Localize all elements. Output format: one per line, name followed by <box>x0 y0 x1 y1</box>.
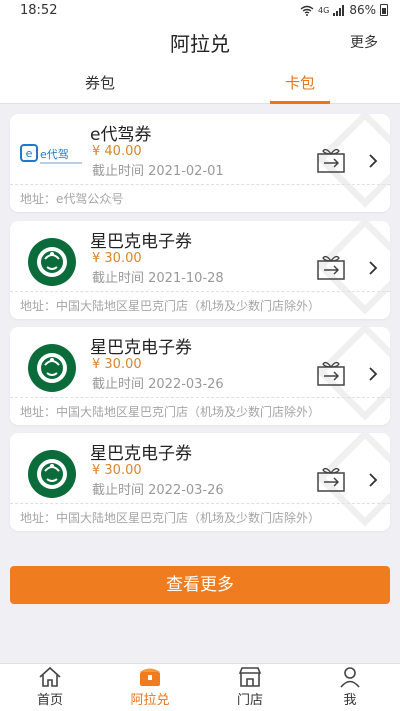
coupon-name: 星巴克电子券 <box>90 338 192 358</box>
coupon-address: 地址：中国大陆地区星巴克门店（机场及少数门店除外） <box>20 405 321 419</box>
battery-percent: 86% <box>349 3 376 17</box>
nav-label-home: 首页 <box>36 693 63 708</box>
more-button[interactable]: 更多 <box>350 32 378 52</box>
coupon-expire: 截止时间 2022-03-26 <box>92 377 224 392</box>
chevron-right-icon[interactable] <box>366 259 380 277</box>
nav-label-me: 我 <box>343 693 357 708</box>
network-type: 4G <box>318 5 330 15</box>
transfer-gift-icon[interactable] <box>316 146 346 174</box>
status-bar: 18:52 4G 86% <box>0 0 400 22</box>
nav-label-store: 门店 <box>236 693 263 708</box>
chevron-right-icon[interactable] <box>366 365 380 383</box>
active-tab-indicator <box>270 101 330 104</box>
user-icon <box>340 667 360 688</box>
coupon-card[interactable]: 星巴克电子券 ¥ 30.00 截止时间 2021-10-28 地址：中国大陆地区… <box>10 221 390 319</box>
transfer-gift-icon[interactable] <box>316 359 346 387</box>
card-divider <box>10 503 390 504</box>
home-icon <box>39 666 61 687</box>
transfer-gift-icon[interactable] <box>316 253 346 281</box>
coupon-name: 星巴克电子券 <box>90 232 192 252</box>
view-more-button[interactable]: 查看更多 <box>10 566 390 604</box>
transfer-gift-icon[interactable] <box>316 465 346 493</box>
svg-text:e: e <box>26 147 33 160</box>
starbucks-logo <box>20 237 84 287</box>
coupon-price: ¥ 30.00 <box>92 357 142 372</box>
nav-item-store[interactable]: 门店 <box>210 666 290 708</box>
bottom-nav: 首页 阿拉兑 门店 我 <box>0 663 400 711</box>
coupon-expire: 截止时间 2021-10-28 <box>92 271 224 286</box>
treasure-icon <box>140 668 160 686</box>
store-icon <box>238 667 262 687</box>
coupon-name: 星巴克电子券 <box>90 444 192 464</box>
chevron-right-icon[interactable] <box>366 152 380 170</box>
tab-card-pack[interactable]: 卡包 <box>250 72 350 93</box>
page-title: 阿拉兑 <box>170 32 230 56</box>
coupon-price: ¥ 40.00 <box>92 144 142 159</box>
nav-item-home[interactable]: 首页 <box>10 666 90 708</box>
coupon-address: 地址：e代驾公众号 <box>20 192 124 206</box>
coupon-card[interactable]: e e代驾 e代驾券 ¥ 40.00 截止时间 2021-02-01 地址：e代… <box>10 114 390 212</box>
coupon-address: 地址：中国大陆地区星巴克门店（机场及少数门店除外） <box>20 511 321 525</box>
starbucks-logo <box>20 343 84 393</box>
coupon-name: e代驾券 <box>90 125 152 145</box>
svg-text:e代驾: e代驾 <box>40 148 69 161</box>
chevron-right-icon[interactable] <box>366 471 380 489</box>
card-divider <box>10 184 390 185</box>
card-divider <box>10 397 390 398</box>
card-divider <box>10 291 390 292</box>
edaijia-logo: e e代驾 <box>20 130 84 180</box>
coupon-expire: 截止时间 2022-03-26 <box>92 483 224 498</box>
signal-icon <box>333 4 345 16</box>
nav-label-alaudui: 阿拉兑 <box>130 693 170 708</box>
status-icons: 4G 86% <box>300 3 388 17</box>
status-time: 18:52 <box>20 3 58 18</box>
wifi-icon <box>300 5 314 16</box>
nav-item-me[interactable]: 我 <box>310 666 390 708</box>
tab-coupon-pack[interactable]: 券包 <box>50 72 150 93</box>
coupon-address: 地址：中国大陆地区星巴克门店（机场及少数门店除外） <box>20 299 321 313</box>
coupon-price: ¥ 30.00 <box>92 251 142 266</box>
nav-item-alaudui[interactable]: 阿拉兑 <box>110 666 190 708</box>
coupon-expire: 截止时间 2021-02-01 <box>92 164 224 179</box>
coupon-price: ¥ 30.00 <box>92 463 142 478</box>
battery-icon <box>380 4 388 16</box>
tab-bar: 券包 卡包 <box>0 62 400 104</box>
coupon-card[interactable]: 星巴克电子券 ¥ 30.00 截止时间 2022-03-26 地址：中国大陆地区… <box>10 433 390 531</box>
starbucks-logo <box>20 449 84 499</box>
coupon-card[interactable]: 星巴克电子券 ¥ 30.00 截止时间 2022-03-26 地址：中国大陆地区… <box>10 327 390 425</box>
app-header: 阿拉兑 更多 <box>0 22 400 62</box>
